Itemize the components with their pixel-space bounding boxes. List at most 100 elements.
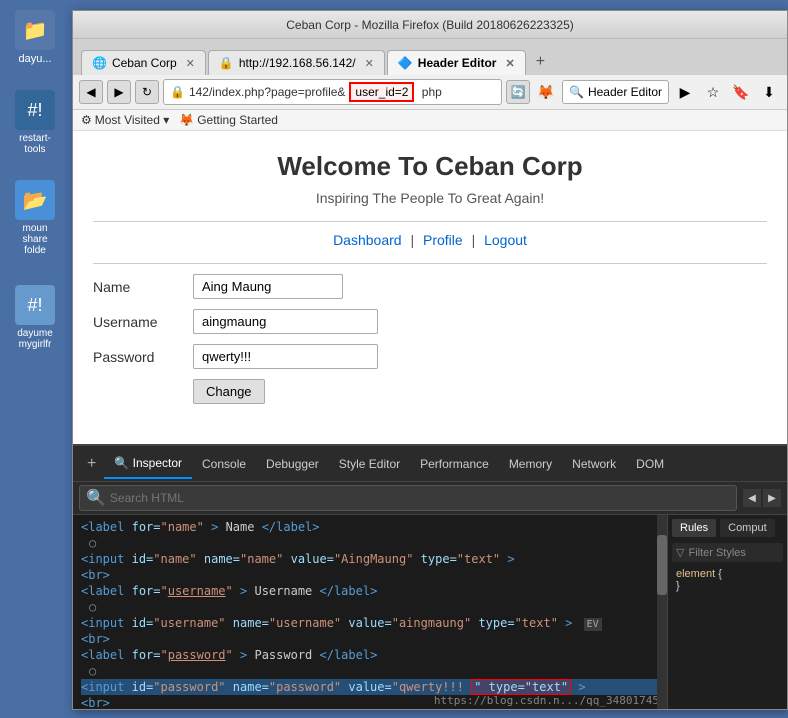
- tab-close-ip[interactable]: ✕: [365, 57, 374, 70]
- bookmark-star[interactable]: ☆: [701, 80, 725, 104]
- tab-bar: 🌐 Ceban Corp ✕ 🔒 http://192.168.56.142/ …: [73, 39, 787, 75]
- html-line-circle3: ○: [81, 663, 659, 679]
- rules-tab-rules[interactable]: Rules: [672, 519, 716, 537]
- devtools-tab-memory[interactable]: Memory: [499, 450, 562, 478]
- filter-styles: ▽ Filter Styles: [672, 543, 783, 562]
- scrollbar-thumb[interactable]: [657, 535, 667, 595]
- bookmark-most-visited[interactable]: ⚙ Most Visited ▾: [81, 113, 169, 127]
- tab-close-he[interactable]: ✕: [505, 57, 514, 70]
- bookmarks-bar: ⚙ Most Visited ▾ 🦊 Getting Started: [73, 110, 787, 131]
- download-icon[interactable]: ⬇: [757, 80, 781, 104]
- html-line-4: <label for="username" > Username </label…: [81, 583, 659, 599]
- password-label: Password: [93, 349, 193, 365]
- html-panel: <label for="name" > Name </label> ○ <inp…: [73, 515, 667, 709]
- address-bar[interactable]: 🔒 142/index.php?page=profile& user_id=2 …: [163, 79, 502, 105]
- devtools-add-button[interactable]: +: [79, 455, 104, 473]
- tab-favicon: 🌐: [92, 56, 107, 70]
- html-line-1: <label for="name" > Name </label>: [81, 519, 659, 535]
- devtools-tab-debugger[interactable]: Debugger: [256, 450, 329, 478]
- scrollbar[interactable]: [657, 515, 667, 709]
- change-button[interactable]: Change: [193, 379, 265, 404]
- desktop-icon-dayume[interactable]: 📁 dayu...: [5, 10, 65, 65]
- secure-icon: 🔒: [170, 85, 185, 99]
- nav-profile[interactable]: Profile: [423, 232, 463, 248]
- html-line-2: <input id="name" name="name" value="Aing…: [81, 551, 659, 567]
- bookmark-add[interactable]: 🔖: [729, 80, 753, 104]
- header-editor-search[interactable]: 🔍 Header Editor: [562, 80, 669, 104]
- nav-arrow-right[interactable]: ▶: [673, 80, 697, 104]
- devtools-tab-console[interactable]: Console: [192, 450, 256, 478]
- username-label: Username: [93, 314, 193, 330]
- devtools-tab-style-editor[interactable]: Style Editor: [329, 450, 410, 478]
- bookmark-favicon-gs: 🦊: [179, 113, 194, 127]
- tab-ip[interactable]: 🔒 http://192.168.56.142/ ✕: [208, 50, 385, 75]
- page-main: Welcome To Ceban Corp Inspiring The Peop…: [73, 131, 787, 444]
- devtools-prev-button[interactable]: ◀: [743, 489, 761, 507]
- firefox-window: Ceban Corp - Mozilla Firefox (Build 2018…: [72, 10, 788, 710]
- devtools-search-box[interactable]: 🔍: [79, 485, 737, 511]
- desktop-icon-restart[interactable]: #! restart-tools: [5, 90, 65, 155]
- address-suffix: php: [418, 85, 441, 99]
- refresh-button[interactable]: ↻: [135, 80, 159, 104]
- new-tab-button[interactable]: +: [528, 49, 553, 75]
- devtools-body: <label for="name" > Name </label> ○ <inp…: [73, 515, 787, 709]
- devtools-tab-dom[interactable]: DOM: [626, 450, 674, 478]
- html-line-5: <input id="username" name="username" val…: [81, 615, 659, 631]
- title-bar: Ceban Corp - Mozilla Firefox (Build 2018…: [73, 11, 787, 39]
- html-line-6: <br>: [81, 631, 659, 647]
- devtools-next-button[interactable]: ▶: [763, 489, 781, 507]
- form-row-name: Name: [93, 274, 767, 299]
- page-content: Welcome To Ceban Corp Inspiring The Peop…: [73, 131, 787, 709]
- page-subtitle: Inspiring The People To Great Again!: [93, 190, 767, 206]
- nav-bar: ◀ ▶ ↻ 🔒 142/index.php?page=profile& user…: [73, 75, 787, 110]
- tab-ceban-corp[interactable]: 🌐 Ceban Corp ✕: [81, 50, 206, 75]
- desktop: 📁 dayu... #! restart-tools 📂 mounsharefo…: [0, 0, 788, 718]
- devtools-tab-performance[interactable]: Performance: [410, 450, 499, 478]
- name-input[interactable]: [193, 274, 343, 299]
- address-highlight: user_id=2: [349, 82, 414, 102]
- html-line-circle2: ○: [81, 599, 659, 615]
- nav-dashboard[interactable]: Dashboard: [333, 232, 402, 248]
- html-content: <label for="name" > Name </label> ○ <inp…: [73, 515, 667, 709]
- devtools-search-input[interactable]: [110, 491, 730, 505]
- devtools-toolbar: 🔍 ◀ ▶: [73, 482, 787, 515]
- search-icon-devtools: 🔍: [86, 488, 106, 508]
- html-line-8-selected: <input id="password" name="password" val…: [81, 679, 659, 695]
- rules-tab-computed[interactable]: Comput: [720, 519, 775, 537]
- bookmark-getting-started[interactable]: 🦊 Getting Started: [179, 113, 278, 127]
- window-title: Ceban Corp - Mozilla Firefox (Build 2018…: [81, 18, 779, 32]
- tab-header-editor[interactable]: 🔷 Header Editor ✕: [387, 50, 526, 75]
- tab-close-ceban[interactable]: ✕: [186, 57, 195, 70]
- address-prefix: 142/index.php?page=profile&: [189, 85, 345, 99]
- search-icon-he: 🔍: [569, 85, 584, 99]
- bookmark-favicon-mv: ⚙: [81, 113, 92, 127]
- form-row-username: Username: [93, 309, 767, 334]
- forward-button[interactable]: ▶: [107, 80, 131, 104]
- password-input[interactable]: [193, 344, 378, 369]
- nav-logout[interactable]: Logout: [484, 232, 527, 248]
- tab-favicon-he: 🔷: [398, 56, 413, 70]
- devtools-panel: + 🔍 Inspector Console Debugger Style Edi…: [73, 444, 787, 709]
- devtools-tab-network[interactable]: Network: [562, 450, 626, 478]
- devtools-tabs: + 🔍 Inspector Console Debugger Style Edi…: [73, 446, 787, 482]
- desktop-icon-mount[interactable]: 📂 mounsharefolde: [5, 180, 65, 256]
- form-row-btn: Change: [93, 379, 767, 404]
- stop-button[interactable]: 🔄: [506, 80, 530, 104]
- devtools-nav-arrows: ◀ ▶: [743, 489, 781, 507]
- page-divider-1: [93, 221, 767, 222]
- filter-icon: ▽: [676, 546, 684, 559]
- back-button[interactable]: ◀: [79, 80, 103, 104]
- html-line-circle1: ○: [81, 535, 659, 551]
- page-divider-2: [93, 263, 767, 264]
- page-title: Welcome To Ceban Corp: [93, 151, 767, 182]
- nav-icons: 🦊 🔍 Header Editor ▶ ☆ 🔖 ⬇: [534, 80, 781, 104]
- rules-panel: Rules Comput ▽ Filter Styles element { }: [667, 515, 787, 709]
- devtools-tab-inspector[interactable]: 🔍 Inspector: [104, 449, 192, 479]
- rules-tabs: Rules Comput: [672, 519, 783, 537]
- username-input[interactable]: [193, 309, 378, 334]
- name-label: Name: [93, 279, 193, 295]
- page-nav: Dashboard | Profile | Logout: [93, 232, 767, 248]
- element-rule: element { }: [672, 566, 783, 594]
- desktop-icon-dayume2[interactable]: #! dayumemygirlfr: [5, 285, 65, 350]
- watermark: https://blog.csdn.n.../qq_34801745: [434, 694, 659, 707]
